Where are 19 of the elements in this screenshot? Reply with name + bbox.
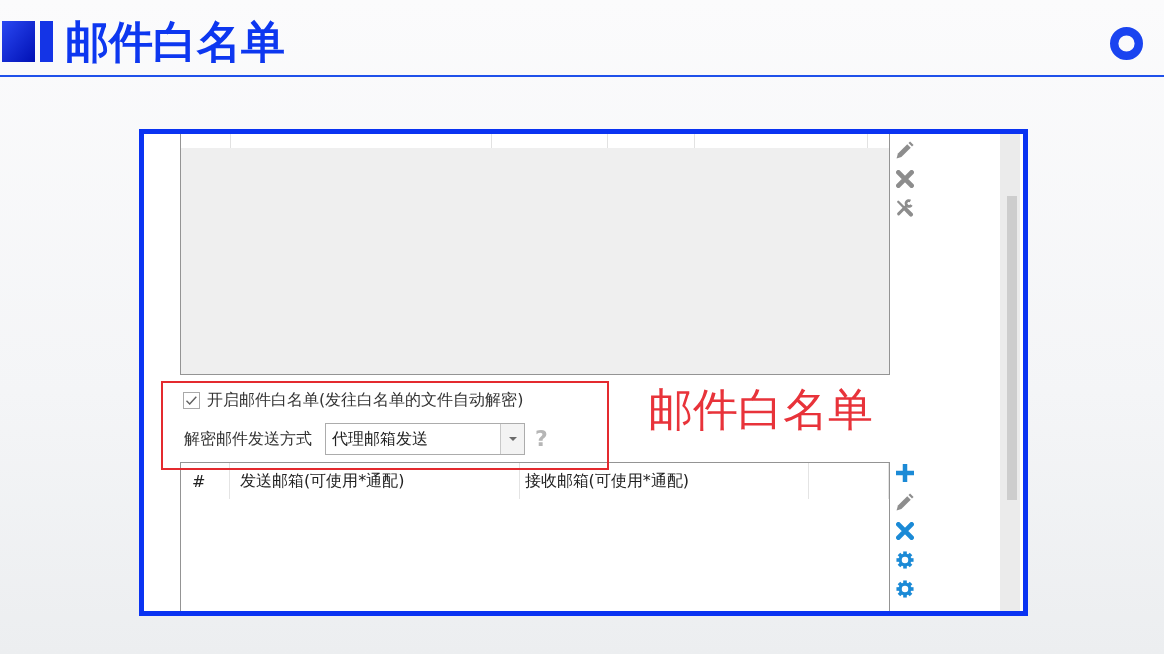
dropdown[interactable]: 代理邮箱发送	[325, 423, 525, 455]
column-header: 接收邮箱(可使用*通配)	[524, 470, 689, 492]
checkbox-label: 开启邮件白名单(发往白名单的文件自动解密)	[207, 389, 524, 411]
checkbox[interactable]	[183, 391, 200, 409]
cross-icon[interactable]	[896, 522, 914, 540]
scrollbar-thumb[interactable]	[1007, 196, 1017, 500]
field-label: 解密邮件发送方式	[184, 428, 313, 450]
scrollbar[interactable]	[1000, 134, 1020, 611]
bar-icon	[40, 21, 53, 62]
gear-icon[interactable]	[896, 580, 914, 598]
square-icon	[2, 21, 35, 62]
page-title: 邮件白名单	[65, 21, 285, 62]
ring-icon	[1110, 26, 1143, 60]
annotation-text: 邮件白名单	[648, 384, 873, 436]
column-header: #	[192, 471, 206, 491]
gear-icon[interactable]	[896, 551, 914, 569]
caret-icon	[508, 437, 517, 441]
column-header: 发送邮箱(可使用*通配)	[239, 470, 405, 492]
plus-icon[interactable]	[896, 464, 914, 482]
